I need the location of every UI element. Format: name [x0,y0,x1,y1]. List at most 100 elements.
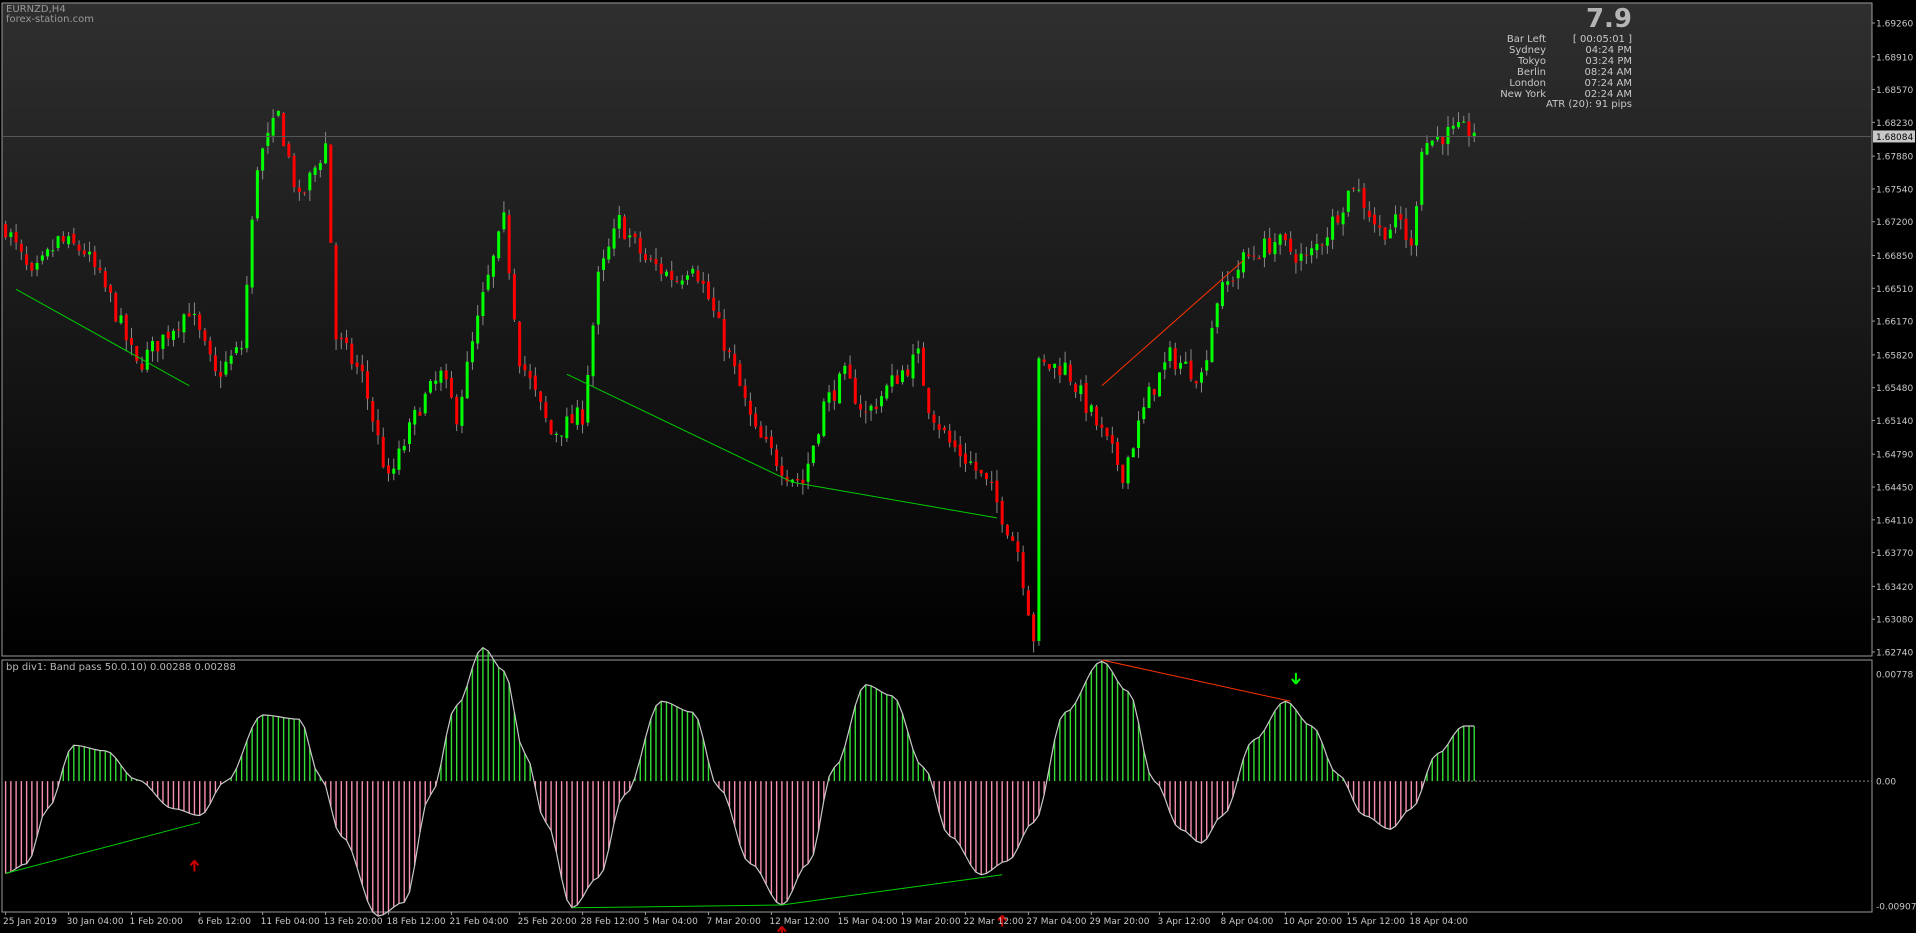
candle-bear [1320,244,1324,246]
candle-bear [963,453,967,464]
candle-bull [428,381,432,393]
candle-bull [1394,214,1398,228]
candle-bull [1037,358,1041,641]
candle-bear [927,388,931,414]
time-axis-label: 21 Feb 04:00 [449,917,508,927]
candle-bear [1026,590,1030,616]
candle-bear [82,250,86,255]
candle-bear [14,232,18,243]
candle-bear [948,430,952,443]
candle-bear [1042,359,1046,363]
candle-bear [345,337,349,344]
candle-bear [853,377,857,404]
candle-bear [984,472,988,480]
candle-bull [1205,360,1209,371]
candle-bear [98,267,102,271]
candle-bull [1446,126,1450,145]
candle-bear [507,215,511,274]
candle-bull [234,347,238,354]
candle-bear [659,263,663,274]
candle-bear [30,263,34,271]
candle-bear [775,449,779,467]
candle-bull [182,314,186,333]
candle-bear [203,330,207,341]
info-label: Tokyo [1518,56,1546,67]
candle-bull [1089,405,1093,412]
candle-bull [1273,242,1277,255]
price-axis-label: 1.63770 [1876,549,1913,559]
candle-bear [1367,210,1371,217]
candle-bear [1173,348,1177,370]
candle-bull [1179,362,1183,369]
candle-bull [1262,238,1266,258]
candle-bear [895,375,899,384]
price-axis-label: 1.63080 [1876,616,1913,626]
info-row-tokyo: Tokyo 03:24 PM [1502,56,1632,67]
candle-bull [35,262,39,270]
candle-bull [1315,243,1319,251]
candle-bull [308,172,312,191]
candle-bull [413,409,417,425]
candle-bear [1399,214,1403,220]
candle-bear [748,400,752,415]
candle-bear [156,341,160,352]
candle-bull [1420,151,1424,205]
candle-bear [670,270,674,280]
candle-bull [486,274,490,290]
candle-bull [911,354,915,379]
candle-bull [843,365,847,374]
candle-bull [1053,363,1057,368]
candle-bear [706,281,710,300]
info-label: Bar Left [1506,34,1546,45]
candle-bull [1163,362,1167,370]
candle-bull [1299,253,1303,261]
candle-bear [638,237,642,254]
candle-bear [381,436,385,468]
candle-bull [1168,347,1172,362]
candle-bear [764,436,768,440]
candle-bull [324,143,328,164]
candle-bear [77,244,81,251]
candle-bear [166,331,170,339]
candle-bull [224,361,228,375]
candle-bear [4,224,8,238]
candle-bear [544,402,548,418]
candle-bear [528,370,532,379]
candle-bear [1116,441,1120,466]
candle-bear [1152,389,1156,395]
candle-bear [759,426,763,438]
candle-bear [644,254,648,260]
candle-bear [339,337,343,340]
candle-bear [633,233,637,238]
candle-bear [581,409,585,425]
indicator-label: bp div1: Band pass 50.0.10) 0.00288 0.00… [6,662,236,673]
candle-bear [523,364,527,371]
time-axis-label: 22 Mar 12:00 [963,917,1023,927]
candle-bear [539,391,543,402]
candle-bear [549,420,553,435]
candle-bull [901,370,905,383]
candle-bull [1215,303,1219,328]
candle-bear [906,369,910,376]
price-axis-label: 1.68570 [1876,86,1913,96]
candle-bear [198,314,202,330]
time-axis-label: 12 Mar 12:00 [769,917,829,927]
candle-bear [1231,280,1235,282]
chart-canvas[interactable]: 1.69260 1.68910 1.68570 1.68230 1.67880 1.675… [0,0,1916,933]
price-axis-label: 1.66850 [1876,252,1913,262]
candle-bear [376,420,380,436]
time-axis-label: 15 Apr 12:00 [1346,917,1405,927]
candle-bear [1252,255,1256,257]
time-axis-label: 7 Mar 20:00 [706,917,761,927]
time-axis-label: 15 Mar 04:00 [838,917,898,927]
candle-bear [727,350,731,353]
candle-bull [491,255,495,277]
candle-bear [187,313,191,317]
candle-bull [1142,407,1146,420]
candle-bull [46,249,50,257]
candle-bear [135,346,139,361]
candle-bear [449,377,453,398]
candle-bear [72,233,76,244]
price-axis-label: 1.67880 [1876,153,1913,163]
price-axis-label: 1.67540 [1876,185,1913,195]
